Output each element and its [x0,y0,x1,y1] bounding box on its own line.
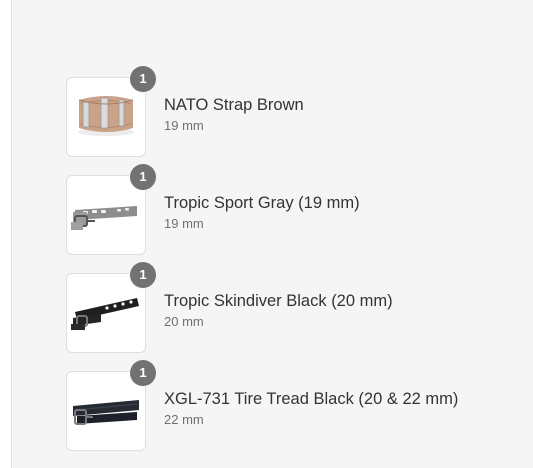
product-thumbnail: 1 [66,164,156,255]
product-name: Tropic Sport Gray (19 mm) [164,194,360,212]
cart-line-item: 1 XGL-731 Tire Tread Black (20 & 22 mm) … [66,360,526,453]
quantity-badge: 1 [130,164,156,190]
cart-line-item: 1 Tropic Sport Gray (19 mm) 19 mm [66,164,526,257]
product-thumbnail: 1 [66,66,156,157]
product-name: Tropic Skindiver Black (20 mm) [164,292,393,310]
product-thumbnail: 1 [66,262,156,353]
product-name: NATO Strap Brown [164,96,304,114]
product-thumbnail: 1 [66,360,156,451]
product-variant: 22 mm [164,412,204,427]
cart-line-item: 1 NATO Strap Brown 19 mm [66,66,526,159]
cart-line-item: 1 Tropic Skindiver Black (20 mm) 20 mm [66,262,526,355]
quantity-badge: 1 [130,262,156,288]
order-summary-panel: 1 NATO Strap Brown 19 mm 1 Tropic Sport … [11,0,533,468]
product-name: XGL-731 Tire Tread Black (20 & 22 mm) [164,390,459,408]
product-variant: 19 mm [164,216,204,231]
quantity-badge: 1 [130,360,156,386]
quantity-badge: 1 [130,66,156,92]
product-variant: 19 mm [164,118,204,133]
product-variant: 20 mm [164,314,204,329]
